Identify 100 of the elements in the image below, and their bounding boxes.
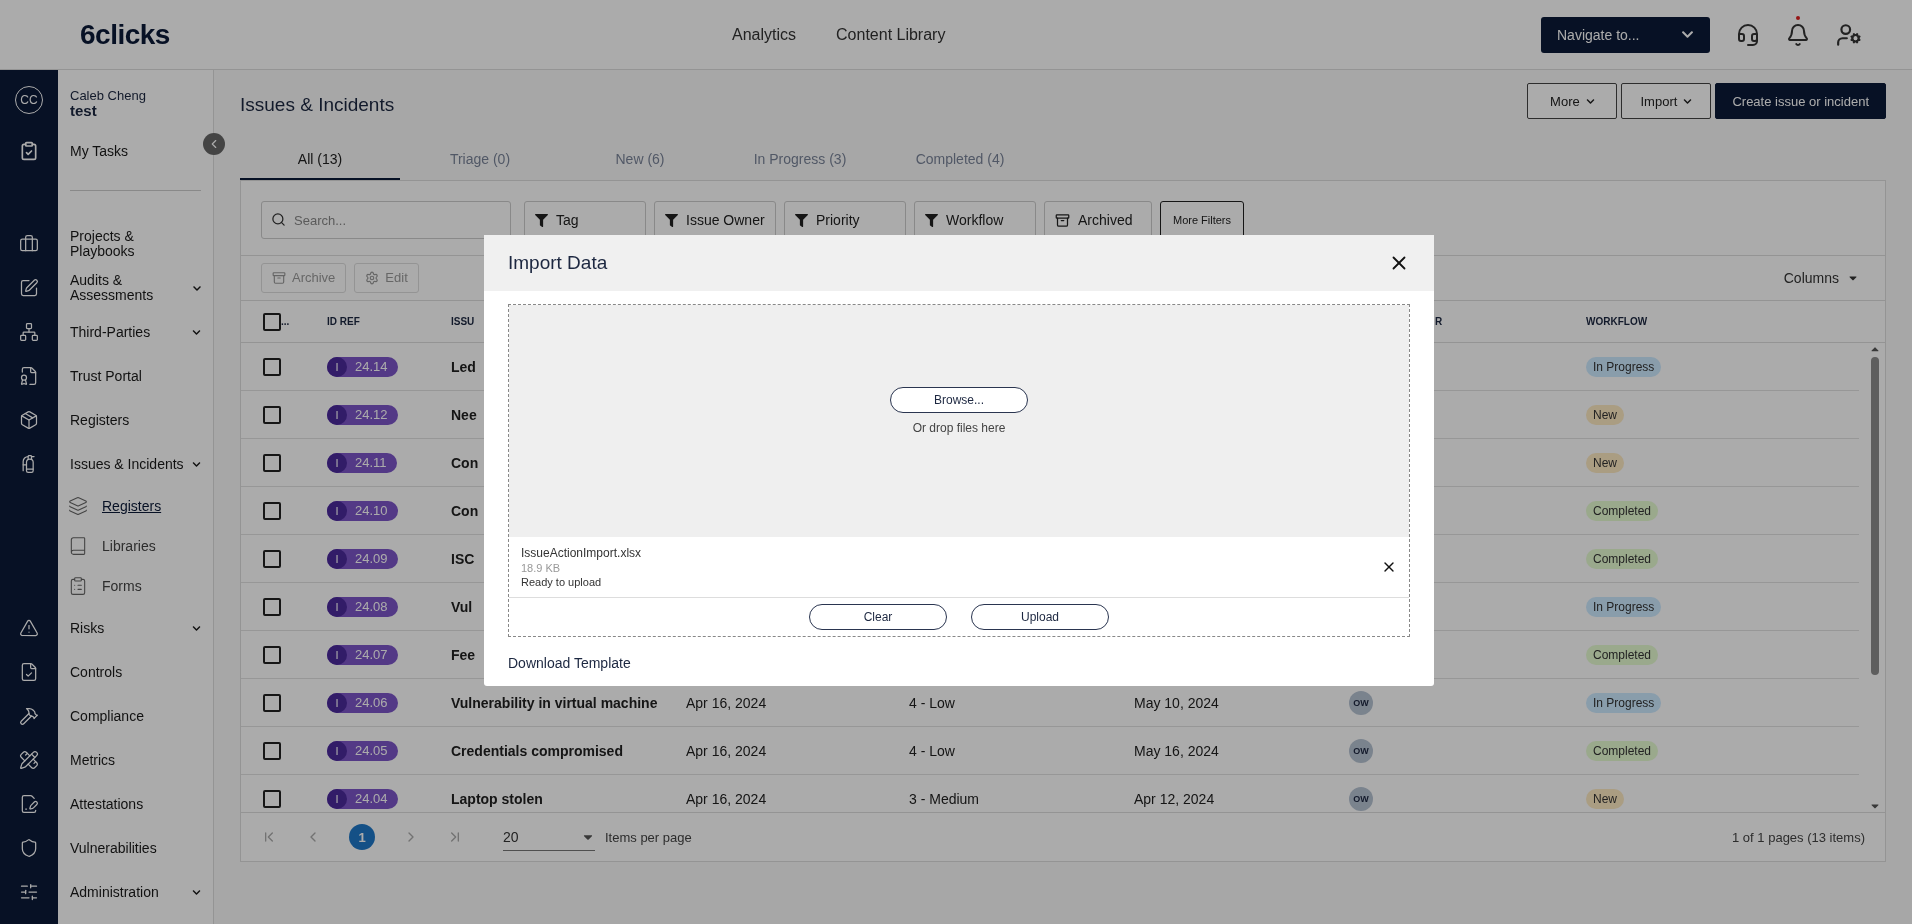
- row-checkbox[interactable]: [263, 645, 281, 664]
- nav-link[interactable]: Analytics: [732, 25, 797, 44]
- shield-icon[interactable]: [19, 838, 39, 858]
- edit-icon[interactable]: [19, 278, 39, 298]
- id-badge: I 24.08: [327, 596, 398, 617]
- type-badge: I: [327, 788, 347, 809]
- logo[interactable]: 6clicks: [80, 18, 170, 50]
- table-cell: Led: [451, 358, 476, 375]
- browse-button[interactable]: Browse...: [890, 387, 1028, 413]
- chevron-down-icon[interactable]: [193, 283, 201, 293]
- sidebar-item[interactable]: Compliance: [70, 708, 144, 724]
- chevron-down-icon[interactable]: [192, 459, 201, 469]
- archive-icon: [1055, 212, 1070, 228]
- table-cell: Con: [451, 502, 479, 519]
- chevron-down-icon[interactable]: [192, 887, 201, 897]
- table-cell: 3 - Medium: [909, 790, 980, 807]
- sidebar-item[interactable]: Administration: [70, 884, 159, 900]
- drop-hint: Or drop files here: [912, 421, 1006, 435]
- per-page-select[interactable]: 20: [503, 823, 595, 851]
- hammer-icon[interactable]: [19, 706, 39, 726]
- dialog-button[interactable]: Clear: [809, 604, 947, 630]
- sidebar-item[interactable]: Third-Parties: [70, 324, 151, 340]
- bell-icon[interactable]: [1786, 22, 1810, 47]
- chevron-down-icon: [1681, 28, 1694, 41]
- warning-icon[interactable]: [19, 618, 39, 638]
- collapse-button[interactable]: [203, 133, 225, 155]
- pencil-ruler-icon[interactable]: [19, 750, 39, 770]
- briefcase-icon[interactable]: [19, 234, 39, 254]
- row-checkbox[interactable]: [263, 597, 281, 616]
- column-header: ID REF: [327, 316, 360, 328]
- nav-link[interactable]: Content Library: [836, 25, 946, 44]
- dialog-button[interactable]: Upload: [971, 604, 1109, 630]
- clipboard-check-icon[interactable]: [19, 141, 39, 161]
- column-header: ...: [281, 316, 290, 328]
- type-badge: I: [327, 740, 347, 761]
- book-icon: [68, 536, 88, 556]
- gear-icon: [365, 270, 380, 285]
- drop-zone[interactable]: Browse... Or drop files here IssueActionImport.xlsx 18.9 KB Ready to upload Clear Upload: [508, 304, 1410, 637]
- row-checkbox[interactable]: [263, 741, 281, 760]
- column-header: R: [1435, 316, 1443, 328]
- sidebar-item[interactable]: Attestations: [70, 796, 144, 812]
- scrollbar-thumb[interactable]: [1871, 357, 1879, 676]
- search-icon: [271, 212, 286, 227]
- table-cell: 4 - Low: [909, 742, 955, 759]
- id-badge: I 24.09: [327, 548, 398, 569]
- select-all-checkbox[interactable]: [263, 312, 281, 331]
- dropdown-button[interactable]: Import: [1621, 83, 1712, 119]
- row-checkbox[interactable]: [263, 789, 281, 808]
- type-badge: I: [327, 596, 347, 617]
- search-field[interactable]: Search...: [261, 201, 511, 239]
- sidebar-subitem[interactable]: Libraries: [102, 538, 156, 554]
- file-pen-icon[interactable]: [19, 794, 39, 814]
- page-number[interactable]: 1: [349, 824, 375, 851]
- create-button[interactable]: Create issue or incident: [1715, 83, 1886, 119]
- sidebar-item[interactable]: Metrics: [70, 752, 116, 768]
- network-icon[interactable]: [19, 322, 39, 342]
- box-icon[interactable]: [19, 410, 39, 430]
- sidebar-item[interactable]: Controls: [70, 664, 123, 680]
- sidebar-item[interactable]: Trust Portal: [70, 368, 142, 384]
- row-checkbox[interactable]: [263, 693, 281, 712]
- id-badge: I 24.11: [327, 452, 397, 473]
- dropdown-button[interactable]: More: [1527, 83, 1618, 119]
- row-checkbox[interactable]: [263, 453, 281, 472]
- type-badge: I: [327, 644, 347, 665]
- type-badge: I: [327, 692, 347, 713]
- columns-dropdown[interactable]: Columns: [1777, 268, 1865, 287]
- status-badge: Completed: [1586, 500, 1659, 521]
- sidebar-subitem[interactable]: Forms: [102, 578, 142, 594]
- headset-icon[interactable]: [1736, 22, 1760, 47]
- status-badge: Completed: [1586, 644, 1659, 665]
- chevron-down-icon[interactable]: [192, 327, 201, 337]
- navigate-dropdown[interactable]: Navigate to...: [1541, 16, 1710, 53]
- row-checkbox[interactable]: [263, 357, 281, 376]
- status-badge: In Progress: [1586, 692, 1662, 713]
- sidebar-item[interactable]: Registers: [70, 412, 130, 428]
- sidebar-item[interactable]: Risks: [70, 620, 105, 636]
- layers-icon: [68, 496, 88, 516]
- type-badge: I: [327, 452, 347, 473]
- sliders-icon[interactable]: [19, 882, 39, 902]
- row-checkbox[interactable]: [263, 549, 281, 568]
- table-cell: May 16, 2024: [1134, 742, 1219, 759]
- sidebar-item[interactable]: Audits & Assessments: [70, 273, 193, 303]
- column-header: WORKFLOW: [1586, 316, 1648, 328]
- user-name: Caleb Cheng: [70, 88, 147, 103]
- chevron-down-icon[interactable]: [192, 623, 201, 633]
- sidebar-item[interactable]: Vulnerabilities: [70, 840, 157, 856]
- file-name: IssueActionImport.xlsx: [521, 546, 642, 560]
- sidebar-item[interactable]: Issues & Incidents: [70, 456, 184, 472]
- user-settings-icon[interactable]: [1836, 21, 1862, 48]
- download-link[interactable]: Download Template: [508, 655, 631, 671]
- sidebar-item[interactable]: Projects & Playbooks: [70, 229, 201, 259]
- row-checkbox[interactable]: [263, 405, 281, 424]
- filter-icon: [925, 213, 938, 227]
- table-cell: Vulnerability in virtual machine: [451, 694, 658, 711]
- owner-avatar: OW: [1349, 738, 1373, 763]
- row-checkbox[interactable]: [263, 501, 281, 520]
- status-badge: In Progress: [1586, 596, 1662, 617]
- certificate-icon[interactable]: [19, 366, 39, 386]
- file-check-icon[interactable]: [19, 662, 39, 682]
- sidebar-subitem[interactable]: Registers: [102, 498, 162, 514]
